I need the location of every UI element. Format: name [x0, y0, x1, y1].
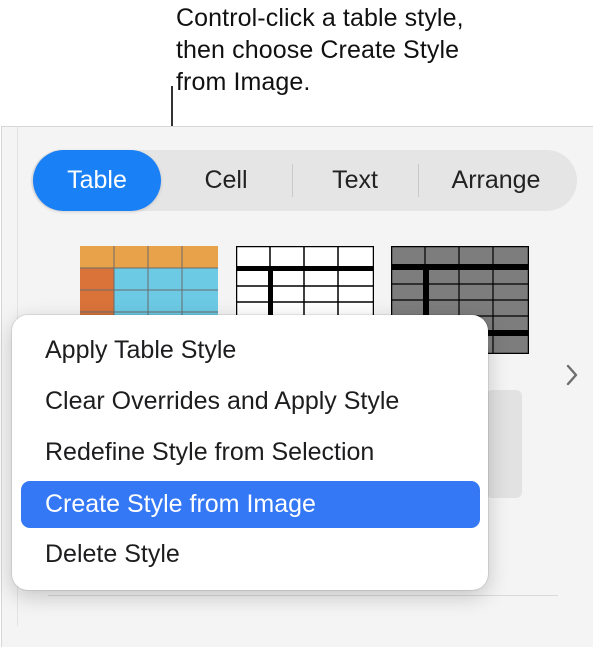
callout-line: from Image. [176, 68, 311, 96]
chevron-right-icon[interactable] [560, 360, 584, 390]
tab-arrange[interactable]: Arrange [421, 150, 571, 211]
background-control [486, 390, 522, 498]
format-tab-bar: Table Cell Text Arrange [31, 150, 577, 211]
menu-item-redefine-style[interactable]: Redefine Style from Selection [21, 429, 480, 476]
table-style-swatch-black-white[interactable] [236, 246, 374, 318]
menu-item-create-style-from-image[interactable]: Create Style from Image [21, 481, 480, 528]
menu-item-clear-overrides[interactable]: Clear Overrides and Apply Style [21, 378, 480, 425]
tab-separator [418, 164, 419, 197]
tab-cell[interactable]: Cell [166, 150, 286, 211]
callout-line: Control-click a table style, [176, 4, 464, 32]
callout-text: Control-click a table style, then choose… [176, 2, 576, 98]
tab-text[interactable]: Text [293, 150, 417, 211]
tab-table[interactable]: Table [33, 150, 161, 211]
callout-line: then choose Create Style [176, 36, 460, 64]
menu-item-apply-table-style[interactable]: Apply Table Style [21, 327, 480, 374]
panel-divider [48, 595, 558, 596]
menu-item-delete-style[interactable]: Delete Style [21, 531, 480, 578]
context-menu: Apply Table Style Clear Overrides and Ap… [12, 315, 488, 590]
